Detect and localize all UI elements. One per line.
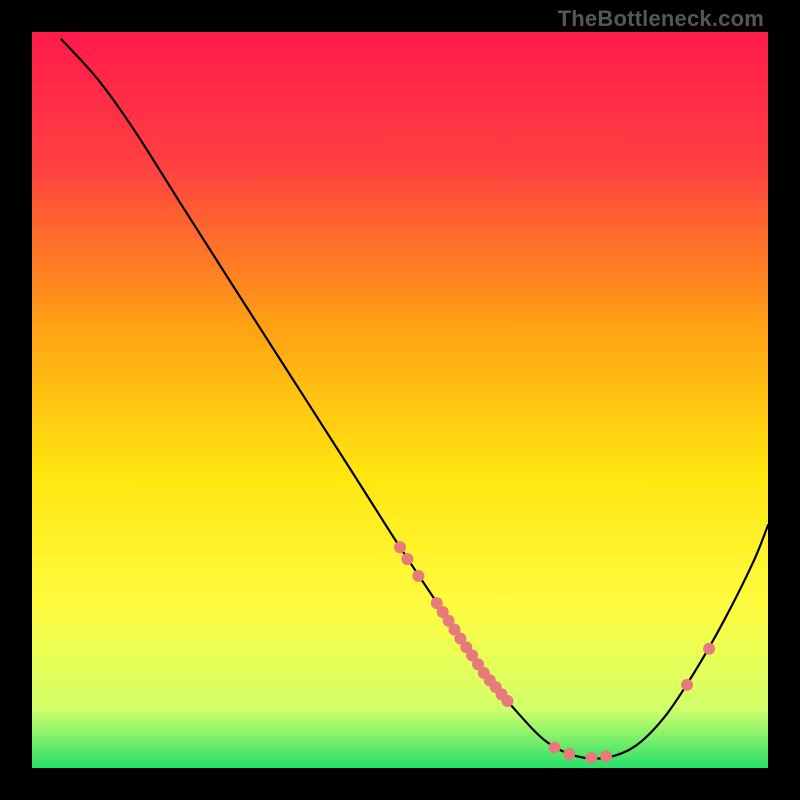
chart-frame <box>32 32 768 768</box>
scatter-point <box>401 553 413 565</box>
scatter-point <box>549 741 561 753</box>
scatter-point <box>501 695 513 707</box>
scatter-point <box>394 541 406 553</box>
scatter-point <box>563 748 575 760</box>
scatter-point <box>585 752 597 764</box>
scatter-point <box>681 679 693 691</box>
watermark-text: TheBottleneck.com <box>558 6 764 32</box>
scatter-point <box>412 570 424 582</box>
scatter-point <box>600 750 612 762</box>
scatter-point <box>703 643 715 655</box>
chart-plot <box>32 32 768 768</box>
